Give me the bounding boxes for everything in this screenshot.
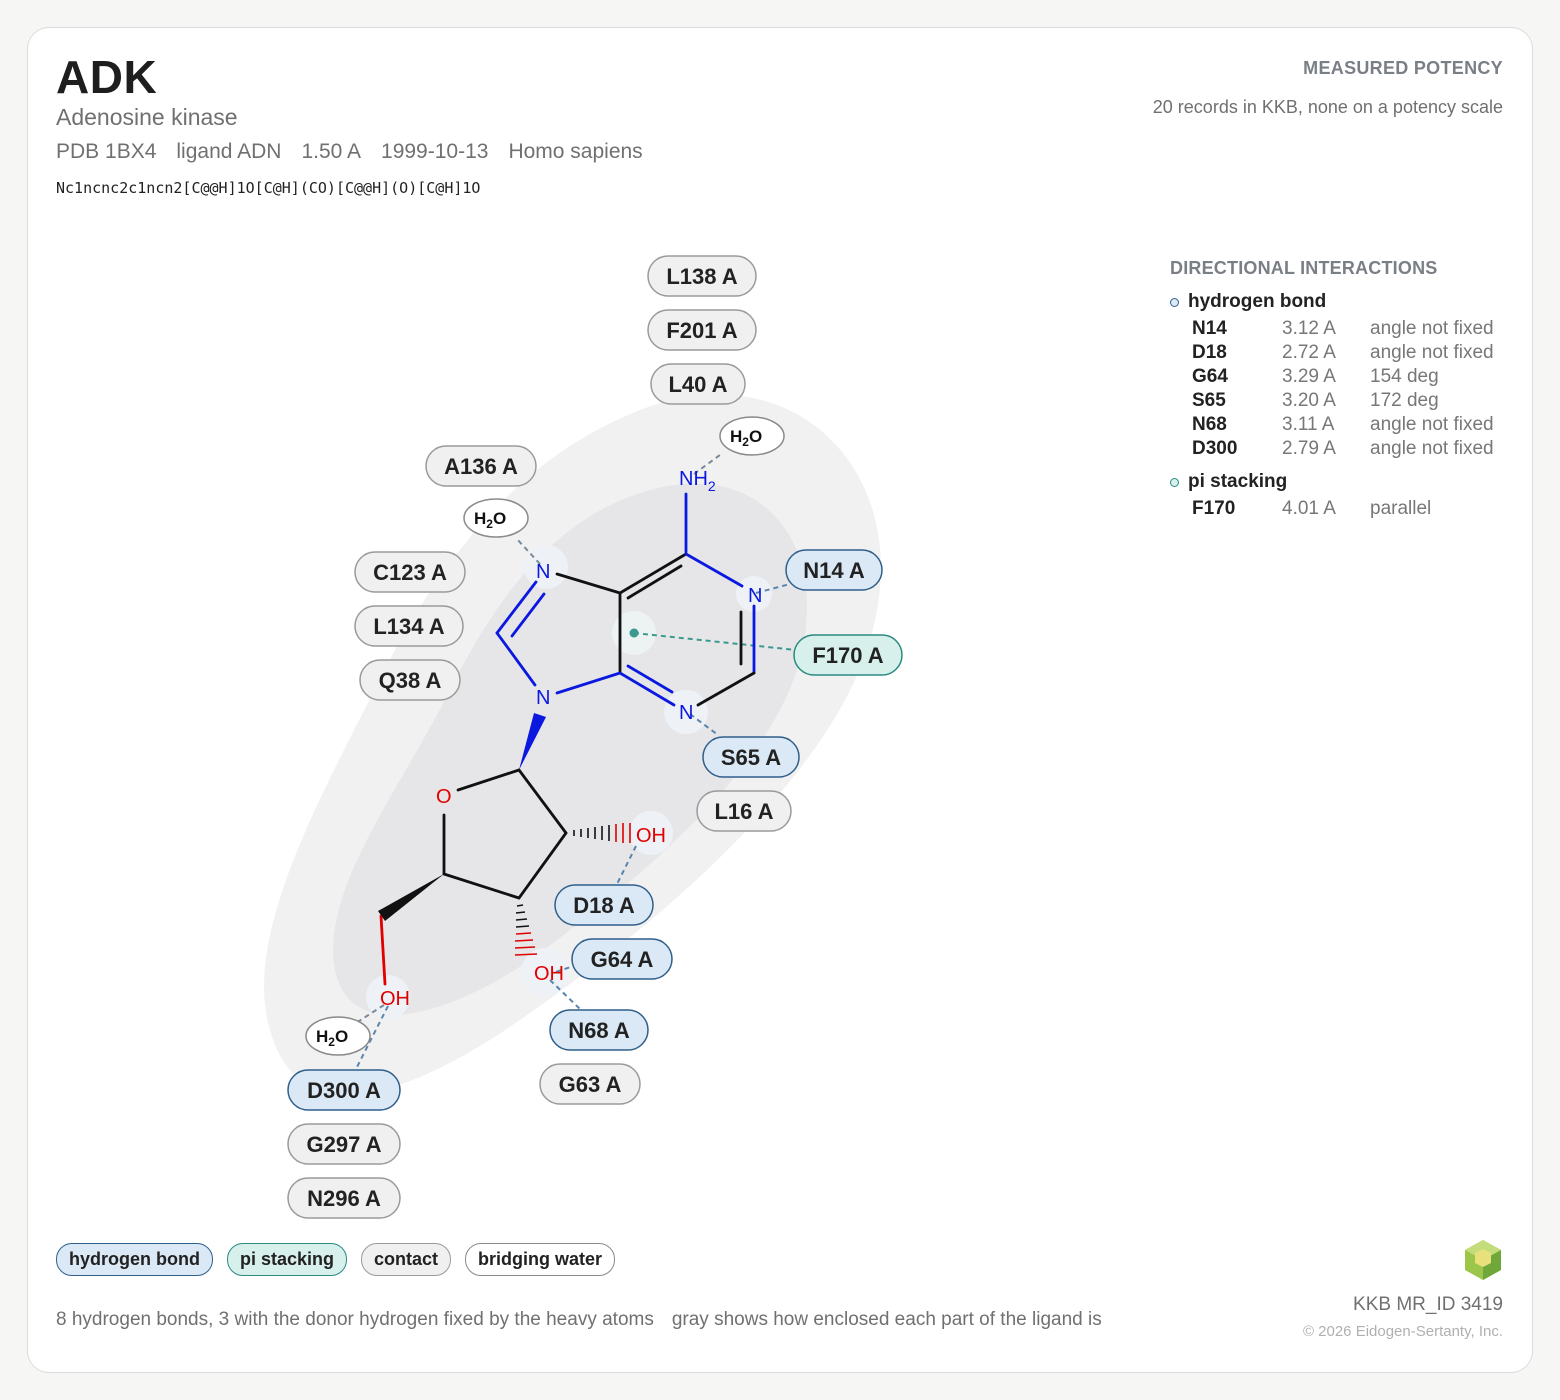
svg-text:O: O (436, 786, 452, 808)
svg-text:Q38 A: Q38 A (379, 668, 442, 693)
water-oh: H2O (305, 1016, 371, 1056)
copyright: © 2026 Eidogen-Sertanty, Inc. (1302, 1323, 1503, 1340)
svg-text:N: N (748, 585, 762, 607)
residue-l138: L138 A (647, 255, 757, 297)
svg-text:N68 A: N68 A (568, 1018, 630, 1043)
residue-a136: A136 A (425, 445, 537, 487)
svg-text:L138 A: L138 A (666, 264, 737, 289)
residue-g63: G63 A (539, 1063, 641, 1105)
hbond-dist: 3.12 A (1282, 318, 1336, 339)
legend-water: bridging water (465, 1243, 616, 1276)
hbond-group: hydrogen bond (1170, 291, 1510, 313)
residue-l16: L16 A (696, 790, 792, 832)
svg-text:N296 A: N296 A (307, 1186, 381, 1211)
directional-interactions-panel: DIRECTIONAL INTERACTIONS hydrogen bond N… (1170, 258, 1510, 521)
svg-text:F201 A: F201 A (666, 318, 737, 343)
svg-text:D300 A: D300 A (307, 1078, 381, 1103)
hbond-res: N14 (1192, 318, 1227, 339)
residue-f201: F201 A (647, 309, 757, 351)
residue-d18: D18 A (554, 884, 654, 926)
hbond-row: D18 2.72 A angle not fixed (1170, 341, 1510, 365)
footnote-shading: gray shows how enclosed each part of the… (671, 1309, 1102, 1330)
pi-dist: 4.01 A (1282, 498, 1336, 519)
hbond-angle: angle not fixed (1370, 414, 1494, 435)
hbond-res: N68 (1192, 414, 1227, 435)
pi-row: F170 4.01 A parallel (1170, 497, 1510, 521)
svg-text:OH: OH (380, 988, 410, 1010)
hbond-angle: 154 deg (1370, 366, 1439, 387)
svg-text:G64 A: G64 A (591, 947, 654, 972)
svg-text:G297 A: G297 A (306, 1132, 381, 1157)
hbond-row: D300 2.79 A angle not fixed (1170, 437, 1510, 461)
hbond-res: G64 (1192, 366, 1228, 387)
residue-n68: N68 A (549, 1009, 649, 1051)
hbond-angle: angle not fixed (1370, 318, 1494, 339)
svg-text:OH: OH (534, 963, 564, 985)
residue-g297: G297 A (287, 1123, 401, 1165)
residue-n296: N296 A (287, 1177, 401, 1219)
pi-rows: F170 4.01 A parallel (1170, 497, 1510, 521)
hbond-dist: 3.20 A (1282, 390, 1336, 411)
hbond-angle: angle not fixed (1370, 342, 1494, 363)
hbond-angle: 172 deg (1370, 390, 1439, 411)
residue-s65: S65 A (702, 736, 800, 778)
residue-l40: L40 A (650, 363, 746, 405)
residue-g64: G64 A (571, 938, 673, 980)
svg-text:N: N (536, 687, 550, 709)
legend-pi: pi stacking (226, 1243, 348, 1276)
residue-l134: L134 A (354, 605, 464, 647)
hbond-angle: angle not fixed (1370, 438, 1494, 459)
svg-text:G63 A: G63 A (559, 1072, 622, 1097)
hbond-dot-icon (1170, 297, 1179, 307)
svg-text:L40 A: L40 A (668, 372, 727, 397)
eidogen-logo-icon (1465, 1240, 1501, 1280)
svg-text:F170 A: F170 A (812, 643, 883, 668)
pi-angle: parallel (1370, 498, 1432, 519)
residue-c123: C123 A (354, 551, 466, 593)
residue-f170: F170 A (793, 634, 903, 676)
hbond-row: S65 3.20 A 172 deg (1170, 389, 1510, 413)
hbond-dist: 3.11 A (1282, 414, 1335, 435)
water-nh2: H2O (719, 416, 785, 456)
mr-id: KKB MR_ID 3419 (1353, 1294, 1503, 1315)
hbond-res: D300 (1192, 438, 1238, 459)
residue-n14: N14 A (785, 549, 883, 591)
pi-group: pi stacking (1170, 471, 1510, 493)
pi-res: F170 (1192, 498, 1236, 519)
legend-hbond: hydrogen bond (56, 1243, 213, 1276)
hbond-group-label: hydrogen bond (1188, 291, 1327, 312)
hbond-res: S65 (1192, 390, 1226, 411)
footnote-hbonds: 8 hydrogen bonds, 3 with the donor hydro… (56, 1309, 654, 1330)
svg-text:N: N (536, 561, 550, 583)
svg-text:A136 A: A136 A (444, 454, 518, 479)
residue-q38: Q38 A (359, 659, 461, 701)
hbond-rows: N14 3.12 A angle not fixed D18 2.72 A angle n… (1170, 317, 1510, 461)
hbond-dist: 2.72 A (1282, 342, 1336, 363)
hbond-row: N68 3.11 A angle not fixed (1170, 413, 1510, 437)
directional-heading: DIRECTIONAL INTERACTIONS (1170, 258, 1438, 278)
interaction-diagram: NH2 N N N N O OH OH OH H2O H2O H2O L138 … (264, 255, 903, 1219)
svg-text:L16 A: L16 A (714, 799, 773, 824)
svg-text:N14 A: N14 A (803, 558, 865, 583)
svg-text:S65 A: S65 A (721, 745, 781, 770)
hbond-dist: 2.79 A (1282, 438, 1336, 459)
pi-group-label: pi stacking (1188, 471, 1288, 492)
svg-text:D18 A: D18 A (573, 893, 635, 918)
footnote: 8 hydrogen bonds, 3 with the donor hydro… (56, 1309, 1120, 1331)
svg-text:L134 A: L134 A (373, 614, 444, 639)
svg-text:N: N (679, 702, 693, 724)
water-n7: H2O (463, 498, 529, 538)
svg-text:C123 A: C123 A (373, 560, 447, 585)
hbond-res: D18 (1192, 342, 1227, 363)
residue-d300: D300 A (287, 1069, 401, 1111)
hbond-row: G64 3.29 A 154 deg (1170, 365, 1510, 389)
legend-contact: contact (361, 1243, 452, 1276)
svg-text:OH: OH (636, 825, 666, 847)
pi-centroid (629, 628, 639, 638)
hbond-dist: 3.29 A (1282, 366, 1336, 387)
pi-dot-icon (1170, 477, 1179, 487)
hbond-row: N14 3.12 A angle not fixed (1170, 317, 1510, 341)
legend: hydrogen bond pi stacking contact bridgi… (56, 1243, 629, 1276)
